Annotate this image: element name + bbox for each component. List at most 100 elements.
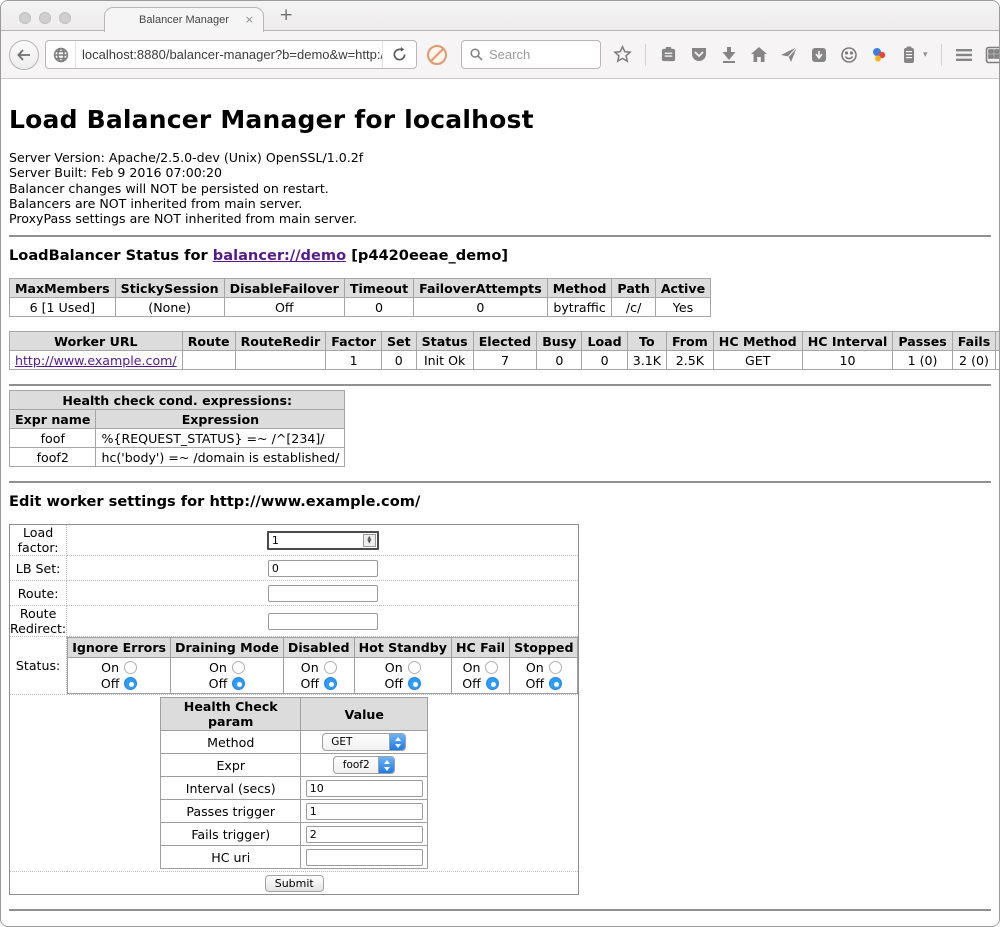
expr-name-cell: foof [10,429,96,448]
zoom-window-button[interactable] [59,12,71,24]
hc-fail-on-radio[interactable] [485,661,498,674]
submit-button[interactable]: Submit [265,875,324,892]
header-cell: Method [547,279,612,298]
expr-selected-value: foof2 [334,759,378,771]
number-spinner[interactable]: ▲▼ [363,534,376,547]
header-cell: Route [182,332,235,351]
load-factor-input-wrap: ▲▼ [267,531,379,550]
balancer-status-table: MaxMembers StickySession DisableFailover… [9,278,711,317]
health-check-cell: Health Check param Value Method GET [10,695,579,872]
expr-table-title: Health check cond. expressions: [10,391,345,410]
lb-set-input[interactable] [268,560,378,577]
stopped-on-radio[interactable] [549,661,562,674]
header-cell: HC Method [713,332,802,351]
hc-method-row: Method GET [161,731,428,754]
disabled-on-radio[interactable] [324,661,337,674]
minimize-window-button[interactable] [39,12,51,24]
url-bar[interactable]: localhost:8880/balancer-manager?b=demo&w… [45,40,417,69]
back-button[interactable] [9,40,39,70]
draining-mode-off-radio[interactable] [232,677,245,690]
close-window-button[interactable] [19,12,31,24]
hc-uri-input[interactable] [306,849,423,866]
toolbar-icons: ▾ [613,44,1000,66]
header-cell: HC Interval [802,332,893,351]
new-tab-button[interactable]: + [279,5,293,25]
radio-off-label: Off [300,676,319,691]
worker-header-row: Worker URL Route RouteRedir Factor Set S… [10,332,1000,351]
expr-value-cell: hc('body') =~ /domain is established/ [96,448,345,467]
worker-url-cell: http://www.example.com/ [10,351,183,370]
hot-standby-on-radio[interactable] [408,661,421,674]
hot-standby-off-radio[interactable] [408,677,421,690]
home-icon[interactable] [749,45,768,64]
bookmarks-menu-icon[interactable] [659,45,678,64]
draining-mode-on-radio[interactable] [232,661,245,674]
fails-input[interactable] [306,826,423,843]
clipboard-extension-icon[interactable] [899,45,918,64]
reload-icon [392,47,407,62]
radio-on-label: On [526,660,544,675]
expr-value-cell: %{REQUEST_STATUS} =~ /^[234]/ [96,429,345,448]
table-cell: 2 (0) [952,351,996,370]
reload-button[interactable] [382,41,416,68]
expr-select[interactable]: foof2 [333,756,395,774]
hc-uri-label: HC uri [161,846,301,869]
method-select[interactable]: GET [322,733,406,751]
tab-balancer-manager[interactable]: Balancer Manager × [104,7,264,32]
worker-data-row: http://www.example.com/ 1 0 Init Ok 7 0 … [10,351,1000,370]
radio-off-label: Off [384,676,403,691]
page-title: Load Balancer Manager for localhost [9,105,991,134]
services-dots-icon[interactable] [869,45,888,64]
header-cell: Expr name [10,410,96,429]
ignore-errors-off-radio[interactable] [124,677,137,690]
load-factor-label: Load factor: [10,525,67,556]
bookmark-star-icon[interactable] [613,45,632,64]
chevron-down-icon[interactable]: ▾ [923,50,928,60]
route-redirect-label: Route Redirect: [10,606,67,637]
pocket-icon[interactable] [689,45,708,64]
send-tab-icon[interactable] [779,45,798,64]
disabled-off-radio[interactable] [324,677,337,690]
extension-grid-icon[interactable] [985,45,1000,64]
route-input[interactable] [268,585,378,602]
divider [9,481,991,483]
feedback-smiley-icon[interactable] [839,45,858,64]
loadbalancer-status-heading: LoadBalancer Status for balancer://demo … [9,247,991,264]
header-cell: Active [655,279,710,298]
worker-url-link[interactable]: http://www.example.com/ [15,353,177,368]
tab-close-icon[interactable]: × [245,13,254,26]
balancer-demo-link[interactable]: balancer://demo [213,247,346,264]
table-cell: 10 [802,351,893,370]
menu-hamburger-icon[interactable] [955,45,974,64]
hc-fail-radios: On Off [451,658,509,694]
interval-input[interactable] [306,780,423,797]
site-identity-globe-icon[interactable] [46,41,76,68]
downloads-icon[interactable] [719,45,738,64]
header-cell: Status [416,332,473,351]
radio-off-label: Off [462,676,481,691]
table-cell: Yes [655,298,710,317]
header-cell: Value [301,698,428,731]
table-cell: Off [224,298,344,317]
radio-off-label: Off [526,676,545,691]
content-blocker-icon[interactable] [427,45,447,65]
passes-input[interactable] [306,803,423,820]
stopped-off-radio[interactable] [549,677,562,690]
expr-cell: foof2 [301,754,428,777]
expressions-table: Health check cond. expressions: Expr nam… [9,390,345,467]
route-redirect-input[interactable] [268,613,378,630]
load-factor-input[interactable] [272,534,363,547]
expr-name-cell: foof2 [10,448,96,467]
header-cell: From [666,332,713,351]
header-cell: Passes [893,332,952,351]
interval-label: Interval (secs) [161,777,301,800]
table-cell: 0 [537,351,582,370]
url-text[interactable]: localhost:8880/balancer-manager?b=demo&w… [76,47,382,62]
edit-worker-form: Load factor: ▲▼ LB Set: Route: [9,524,991,895]
ignore-errors-on-radio[interactable] [124,661,137,674]
download-panel-icon[interactable] [809,45,828,64]
header-cell: Ignore Errors [68,638,171,658]
header-cell: Set [381,332,416,351]
hc-fail-off-radio[interactable] [486,677,499,690]
search-box[interactable]: Search [461,40,601,69]
